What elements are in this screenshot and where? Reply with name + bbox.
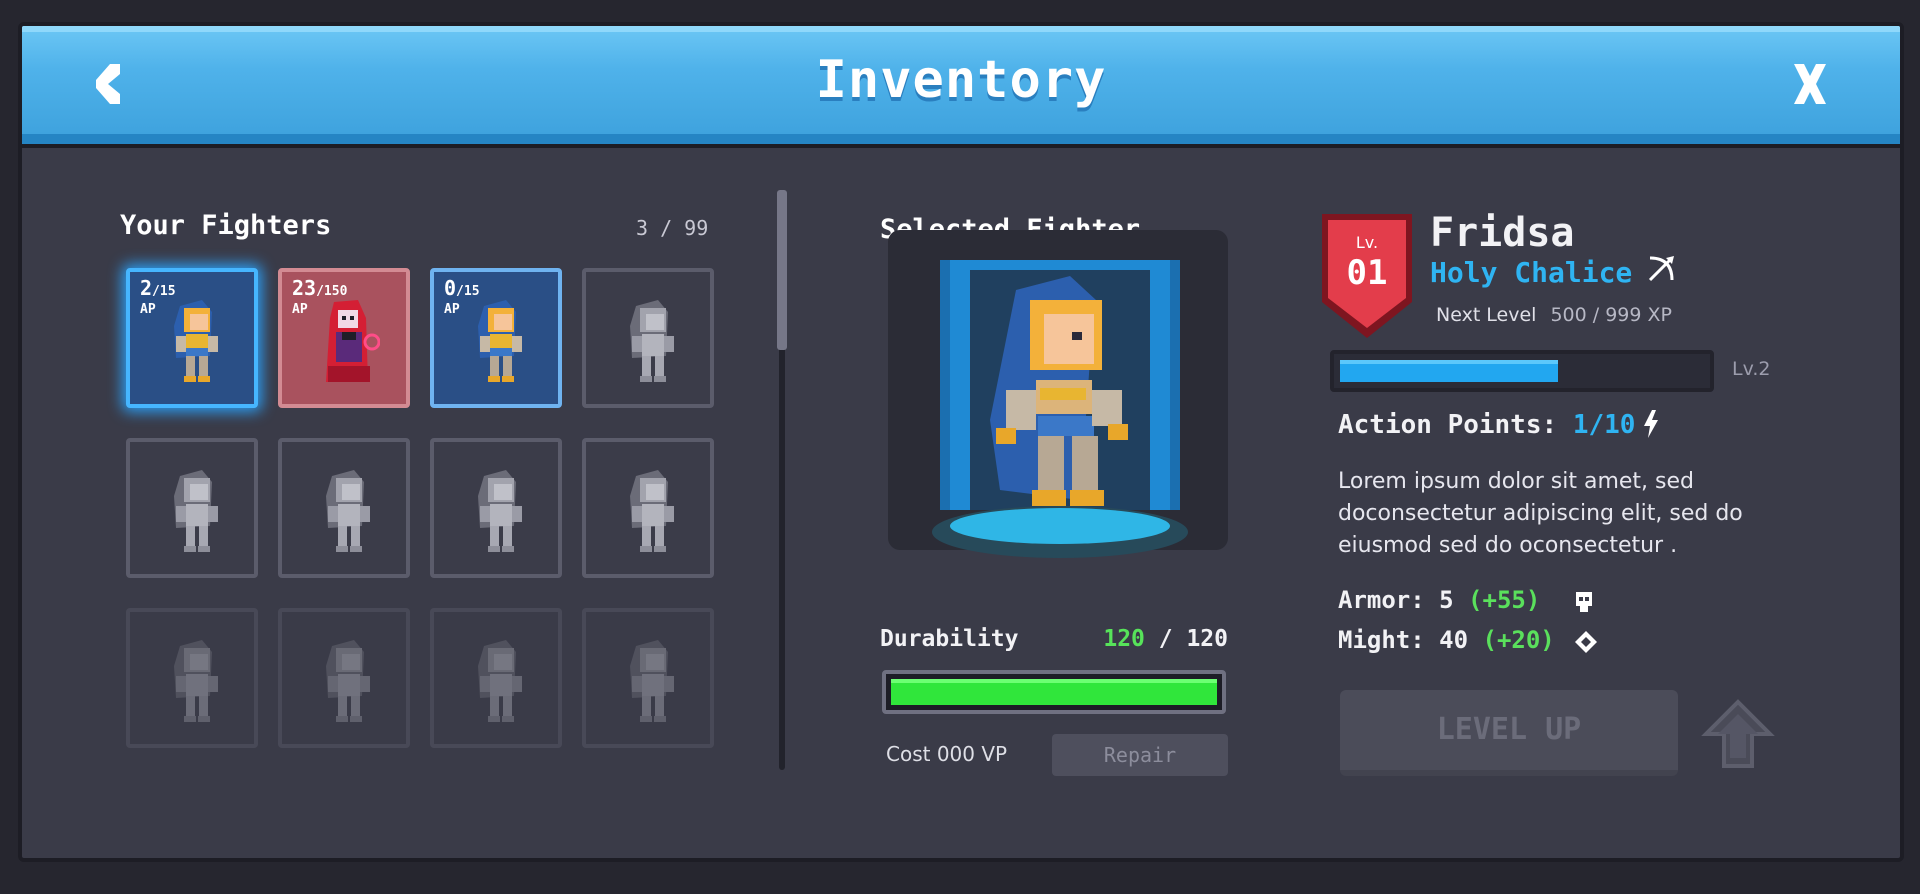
durability-bar [882, 670, 1226, 714]
bolt-icon [1644, 410, 1658, 438]
fighter-name: Fridsa [1430, 210, 1575, 256]
up-arrow-button[interactable] [1700, 696, 1776, 772]
fighter-slot[interactable] [582, 268, 714, 408]
might-bonus: (+20) [1482, 626, 1555, 654]
xp-bar [1330, 350, 1714, 392]
window-title: Inventory [815, 50, 1107, 110]
scrollbar-thumb[interactable] [777, 190, 787, 350]
level-number: 01 [1347, 253, 1388, 293]
fighter-portrait [932, 260, 1188, 558]
fighter-sprite [326, 300, 380, 382]
fighter-slot[interactable] [582, 608, 714, 748]
fighter-sprite [174, 300, 218, 382]
fighter-description: Lorem ipsum dolor sit amet, sed doconsec… [1338, 469, 1743, 558]
might-stat: Might: 40 (+20) [1338, 626, 1555, 654]
silhouette-sprite [326, 640, 370, 722]
up-arrow-icon [1701, 699, 1775, 768]
fighter-slot[interactable] [278, 438, 410, 578]
close-button[interactable] [1780, 54, 1840, 114]
next-level-short: Lv.2 [1732, 358, 1771, 380]
durability-max: 120 [1186, 626, 1228, 652]
fighters-title: Your Fighters [120, 210, 332, 241]
skull-icon [1576, 592, 1592, 612]
slot-ap-current: 2 [140, 276, 153, 300]
repair-cost: Cost 000 VP [886, 742, 1008, 766]
fighter-slot[interactable]: 0/15 AP [430, 268, 562, 408]
scrollbar[interactable] [777, 190, 787, 770]
silhouette-sprite [478, 640, 522, 722]
next-level: Next Level 500 / 999 XP [1436, 304, 1672, 326]
fighter-slot[interactable] [430, 438, 562, 578]
repair-button[interactable]: Repair [1052, 734, 1228, 776]
durability-value: 120 / 120 [1088, 626, 1228, 652]
xp-fill [1340, 360, 1559, 382]
fighter-slot[interactable] [430, 608, 562, 748]
bow-icon [1648, 256, 1674, 282]
durability-separator: / [1144, 626, 1187, 652]
durability-current: 120 [1103, 626, 1145, 652]
armor-label: Armor: 5 [1338, 586, 1454, 614]
next-level-label: Next Level [1436, 304, 1537, 326]
fighter-slot[interactable] [126, 608, 258, 748]
xp-value: 500 / 999 XP [1550, 304, 1672, 326]
silhouette-sprite [478, 470, 522, 552]
silhouette-sprite [174, 470, 218, 552]
durability-label: Durability [880, 626, 1019, 652]
armor-bonus: (+55) [1468, 586, 1541, 614]
silhouette-sprite [630, 640, 674, 722]
level-up-button[interactable]: LEVEL UP [1340, 690, 1678, 776]
armor-stat: Armor: 5 (+55) [1338, 586, 1540, 614]
fighter-slot[interactable] [278, 608, 410, 748]
level-badge: Lv. 01 [1322, 214, 1412, 338]
action-points: Action Points: 1/10 [1338, 410, 1635, 440]
fighter-slot[interactable]: 23/150 AP [278, 268, 410, 408]
silhouette-sprite [174, 640, 218, 722]
fighter-slot[interactable]: 2/15 AP [126, 268, 258, 408]
slot-ap-current: 23 [292, 276, 317, 300]
close-icon [1794, 64, 1826, 104]
silhouette-sprite [326, 470, 370, 552]
fighter-class: Holy Chalice [1430, 256, 1633, 289]
title-bar: Inventory [22, 26, 1900, 148]
ap-label: Action Points: [1338, 410, 1558, 440]
durability-fill [891, 679, 1217, 705]
fighter-count: 3 / 99 [636, 216, 709, 240]
fighter-slot[interactable] [582, 438, 714, 578]
slot-ap-current: 0 [444, 276, 457, 300]
diamond-icon [1575, 631, 1597, 653]
ap-value: 1/10 [1572, 410, 1636, 440]
silhouette-sprite [630, 300, 674, 382]
level-label: Lv. [1356, 233, 1378, 252]
fighter-slot[interactable] [126, 438, 258, 578]
might-label: Might: 40 [1338, 626, 1469, 654]
fighter-sprite [478, 300, 522, 382]
silhouette-sprite [630, 470, 674, 552]
